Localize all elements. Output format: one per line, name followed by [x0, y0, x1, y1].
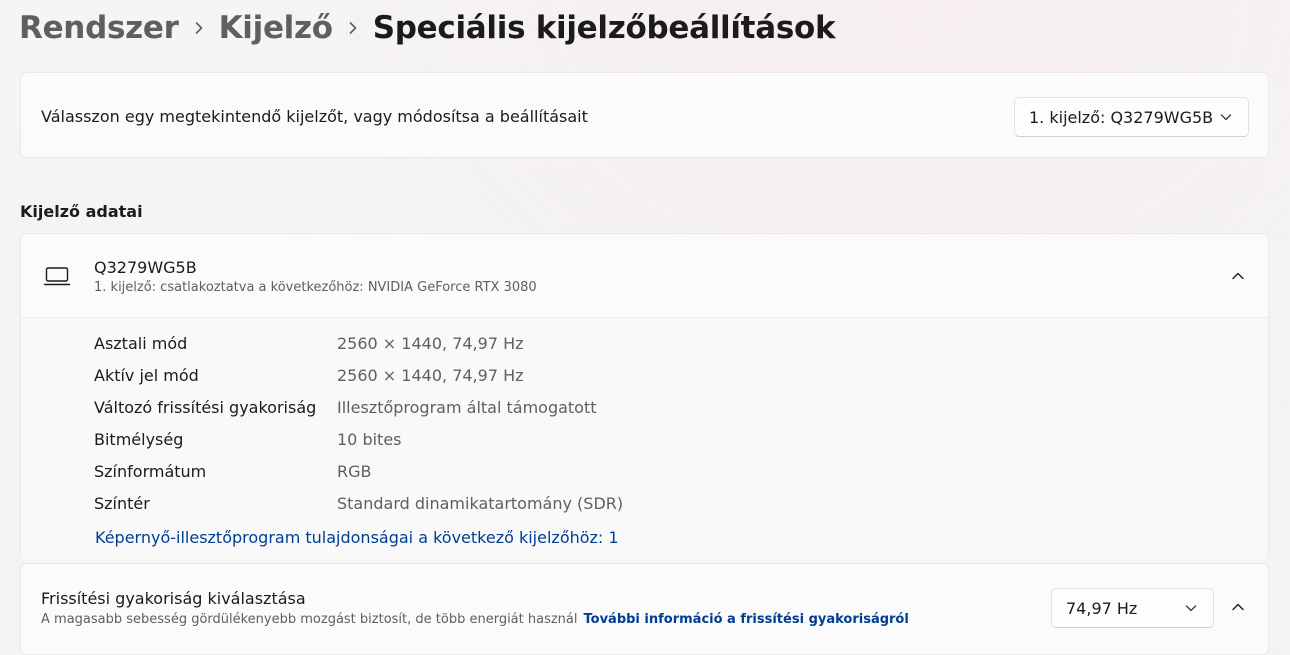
- refresh-rate-description: A magasabb sebesség gördülékenyebb mozgá…: [41, 612, 578, 627]
- device-name: Q3279WG5B: [94, 258, 197, 277]
- display-info-header[interactable]: Q3279WG5B 1. kijelző: csatlakoztatva a k…: [21, 234, 1268, 318]
- chevron-up-icon[interactable]: [1224, 262, 1252, 290]
- page-title: Speciális kijelzőbeállítások: [372, 10, 836, 46]
- display-select-prompt: Válasszon egy megtekintendő kijelzőt, va…: [41, 107, 588, 126]
- refresh-rate-card: Frissítési gyakoriság kiválasztása A mag…: [20, 563, 1269, 655]
- section-title-display-info: Kijelző adatai: [20, 202, 143, 221]
- breadcrumb-item-kijelzo[interactable]: Kijelző: [219, 10, 333, 46]
- refresh-rate-dropdown[interactable]: 74,97 Hz: [1051, 588, 1214, 628]
- monitor-icon: [43, 267, 71, 286]
- info-row-color-space: Színtér Standard dinamikatartomány (SDR): [94, 478, 1194, 513]
- info-row-active-signal: Aktív jel mód 2560 × 1440, 74,97 Hz: [94, 350, 1194, 385]
- chevron-up-icon[interactable]: [1224, 593, 1252, 621]
- display-dropdown-value: 1. kijelző: Q3279WG5B: [1029, 107, 1214, 127]
- display-dropdown[interactable]: 1. kijelző: Q3279WG5B: [1014, 97, 1249, 137]
- refresh-rate-info-link[interactable]: További információ a frissítési gyakoris…: [584, 612, 909, 627]
- info-row-bit-depth: Bitmélység 10 bites: [94, 414, 1194, 449]
- info-row-label: Színtér: [94, 494, 150, 513]
- chevron-right-icon: [333, 6, 373, 50]
- info-row-value: Standard dinamikatartomány (SDR): [337, 494, 624, 513]
- display-adapter-properties-link[interactable]: Képernyő-illesztőprogram tulajdonságai a…: [95, 528, 619, 547]
- device-subtitle: 1. kijelző: csatlakoztatva a következőhö…: [94, 280, 537, 295]
- chevron-right-icon: [179, 6, 219, 50]
- breadcrumb: Rendszer Kijelző Speciális kijelzőbeállí…: [19, 6, 836, 50]
- display-info-card: Q3279WG5B 1. kijelző: csatlakoztatva a k…: [20, 233, 1269, 560]
- chevron-down-icon: [1220, 114, 1232, 121]
- info-row-desktop-mode: Asztali mód 2560 × 1440, 74,97 Hz: [94, 318, 1194, 353]
- refresh-rate-description-line: A magasabb sebesség gördülékenyebb mozgá…: [41, 612, 909, 627]
- info-row-variable-refresh: Változó frissítési gyakoriság Illesztőpr…: [94, 382, 1194, 417]
- info-row-color-format: Színformátum RGB: [94, 446, 1194, 481]
- refresh-rate-dropdown-value: 74,97 Hz: [1066, 598, 1138, 618]
- display-select-card: Válasszon egy megtekintendő kijelzőt, va…: [20, 72, 1269, 158]
- chevron-down-icon: [1185, 605, 1197, 612]
- display-info-details: Asztali mód 2560 × 1440, 74,97 Hz Aktív …: [21, 318, 1268, 560]
- refresh-rate-title: Frissítési gyakoriság kiválasztása: [41, 589, 306, 608]
- breadcrumb-item-rendszer[interactable]: Rendszer: [19, 10, 179, 46]
